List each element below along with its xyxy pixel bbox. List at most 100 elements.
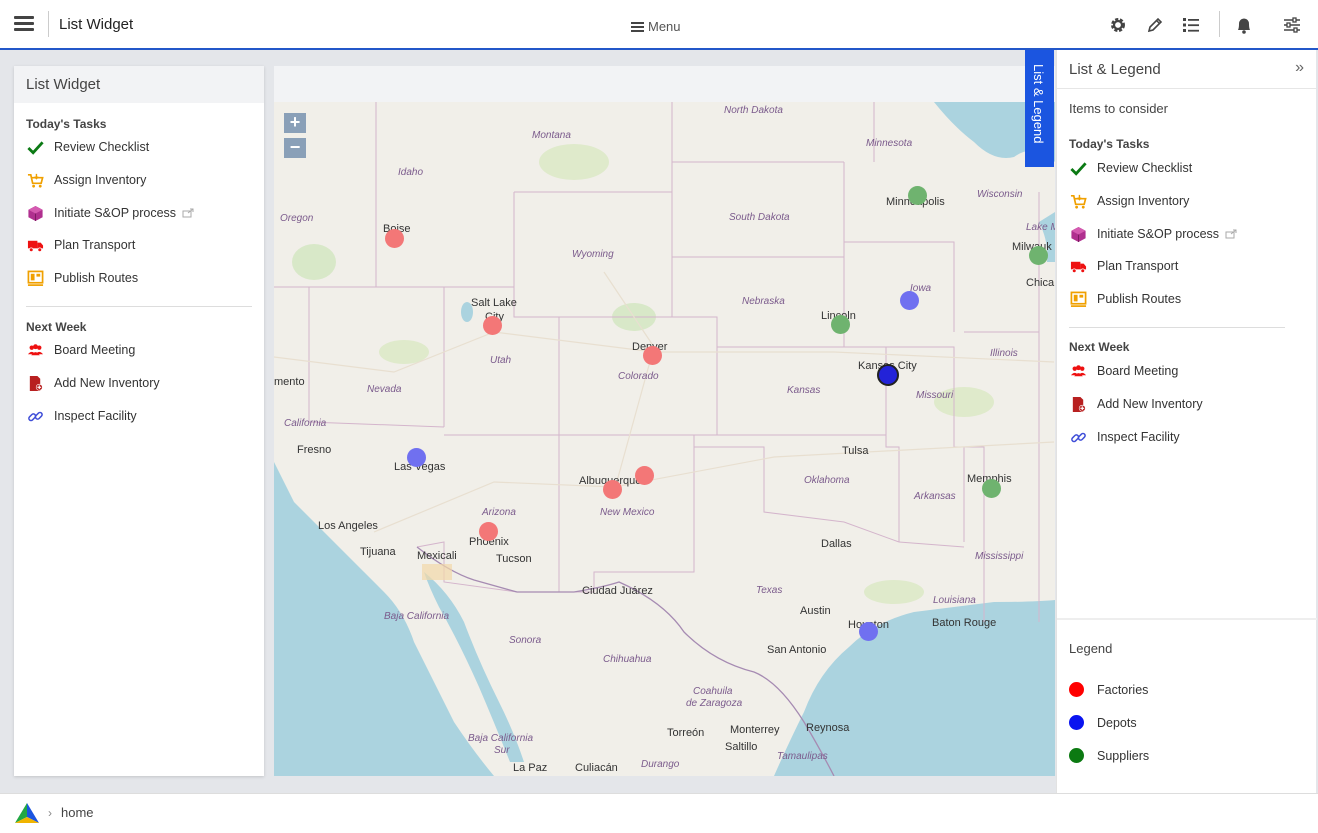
map-label: Austin	[800, 605, 831, 617]
map-label: Tamaulipas	[777, 751, 828, 762]
chevron-right-icon: ›	[48, 806, 52, 820]
supplier-marker[interactable]	[1029, 246, 1048, 265]
depot-marker-selected[interactable]	[877, 364, 899, 386]
factory-marker[interactable]	[483, 316, 502, 335]
task-review-checklist[interactable]: Review Checklist	[26, 137, 149, 157]
section-title-today: Today's Tasks	[1069, 137, 1150, 151]
map-label: mento	[274, 376, 305, 388]
task-initiate-sop[interactable]: Initiate S&OP process	[26, 203, 194, 223]
cube-icon	[26, 204, 44, 222]
map-label: North Dakota	[724, 105, 783, 116]
depot-marker[interactable]	[859, 622, 878, 641]
supplier-marker[interactable]	[982, 479, 1001, 498]
task-plan-transport[interactable]: Plan Transport	[1069, 256, 1178, 276]
map-label: Dallas	[821, 538, 852, 550]
task-publish-routes[interactable]: Publish Routes	[26, 268, 138, 288]
task-label: Publish Routes	[1097, 292, 1182, 306]
task-label: Board Meeting	[1097, 364, 1179, 378]
supplier-marker[interactable]	[908, 186, 927, 205]
section-title-today: Today's Tasks	[26, 117, 107, 131]
task-inspect-facility[interactable]: Inspect Facility	[1069, 427, 1180, 447]
factory-marker[interactable]	[635, 466, 654, 485]
task-initiate-sop[interactable]: Initiate S&OP process	[1069, 224, 1237, 244]
gear-icon[interactable]	[1108, 15, 1128, 35]
task-label: Publish Routes	[54, 271, 139, 285]
menu-label: Menu	[648, 19, 681, 34]
users-icon	[1069, 362, 1087, 380]
divider	[48, 11, 49, 37]
legend-label: Factories	[1097, 682, 1149, 697]
list-legend-tab[interactable]: List & Legend	[1025, 50, 1054, 167]
pencil-icon[interactable]	[1145, 15, 1165, 35]
map-label: Tijuana	[360, 546, 396, 558]
task-plan-transport[interactable]: Plan Transport	[26, 235, 135, 255]
legend-dot	[1069, 682, 1084, 697]
task-label: Add New Inventory	[1097, 397, 1203, 411]
divider	[1219, 11, 1220, 37]
task-add-new-inventory[interactable]: Add New Inventory	[26, 373, 160, 393]
truck-icon	[1069, 257, 1087, 275]
bell-icon[interactable]	[1234, 15, 1254, 35]
cube-icon	[1069, 225, 1087, 243]
checkmark-icon	[1069, 159, 1087, 177]
task-board-meeting[interactable]: Board Meeting	[1069, 361, 1178, 381]
add-document-icon	[26, 374, 44, 392]
panel-header: List & Legend »	[1057, 50, 1316, 89]
legend-item-suppliers: Suppliers	[1069, 748, 1149, 763]
sliders-icon[interactable]	[1282, 15, 1302, 35]
depot-marker[interactable]	[407, 448, 426, 467]
map-label: Nevada	[367, 384, 402, 395]
legend-dot	[1069, 748, 1084, 763]
menu-button[interactable]: Menu	[631, 19, 681, 34]
task-inspect-facility[interactable]: Inspect Facility	[26, 406, 137, 426]
list-legend-panel: List & Legend » Items to consider Today'…	[1056, 50, 1317, 793]
task-add-new-inventory[interactable]: Add New Inventory	[1069, 394, 1203, 414]
map-header	[274, 66, 1055, 102]
divider	[1057, 618, 1317, 620]
divider	[26, 306, 252, 307]
truck-icon	[26, 236, 44, 254]
map-label: Sur	[494, 745, 510, 756]
legend-label: Suppliers	[1097, 748, 1150, 763]
task-publish-routes[interactable]: Publish Routes	[1069, 289, 1181, 309]
map-label: Wyoming	[572, 249, 614, 260]
list-icon[interactable]	[1181, 15, 1201, 35]
breadcrumb[interactable]: home	[61, 805, 94, 820]
factory-marker[interactable]	[643, 346, 662, 365]
task-assign-inventory[interactable]: Assign Inventory	[1069, 191, 1189, 211]
map-label: Arkansas	[914, 491, 956, 502]
task-label: Assign Inventory	[54, 173, 147, 187]
task-board-meeting[interactable]: Board Meeting	[26, 340, 135, 360]
map-label: San Antonio	[767, 644, 827, 656]
factory-marker[interactable]	[479, 522, 498, 541]
supplier-marker[interactable]	[831, 315, 850, 334]
map-label: Chica	[1026, 277, 1055, 289]
external-link-icon[interactable]	[182, 208, 194, 218]
section-title-next-week: Next Week	[1069, 340, 1130, 354]
map-label: Nebraska	[742, 296, 785, 307]
hamburger-menu-icon[interactable]	[14, 16, 34, 32]
route-board-icon	[1069, 290, 1087, 308]
zoom-out-button[interactable]: −	[284, 138, 306, 158]
app-logo-icon[interactable]	[14, 802, 40, 824]
map-label: Durango	[641, 759, 680, 770]
section-title-next-week: Next Week	[26, 320, 87, 334]
task-label: Review Checklist	[54, 140, 150, 154]
factory-marker[interactable]	[603, 480, 622, 499]
cart-icon	[1069, 192, 1087, 210]
task-assign-inventory[interactable]: Assign Inventory	[26, 170, 146, 190]
link-icon	[1069, 428, 1087, 446]
task-label: Plan Transport	[54, 238, 136, 252]
collapse-icon[interactable]: »	[1295, 59, 1304, 77]
link-icon	[26, 407, 44, 425]
task-label: Review Checklist	[1097, 161, 1193, 175]
external-link-icon[interactable]	[1225, 229, 1237, 239]
map-canvas[interactable]: + − North Dakota Montana Minnesota Minne…	[274, 102, 1055, 776]
zoom-in-button[interactable]: +	[284, 113, 306, 133]
depot-marker[interactable]	[900, 291, 919, 310]
factory-marker[interactable]	[385, 229, 404, 248]
cart-icon	[26, 171, 44, 189]
list-widget-panel: List Widget Today's Tasks Review Checkli…	[14, 66, 264, 776]
map-label: Baja California	[384, 611, 450, 622]
task-review-checklist[interactable]: Review Checklist	[1069, 158, 1192, 178]
